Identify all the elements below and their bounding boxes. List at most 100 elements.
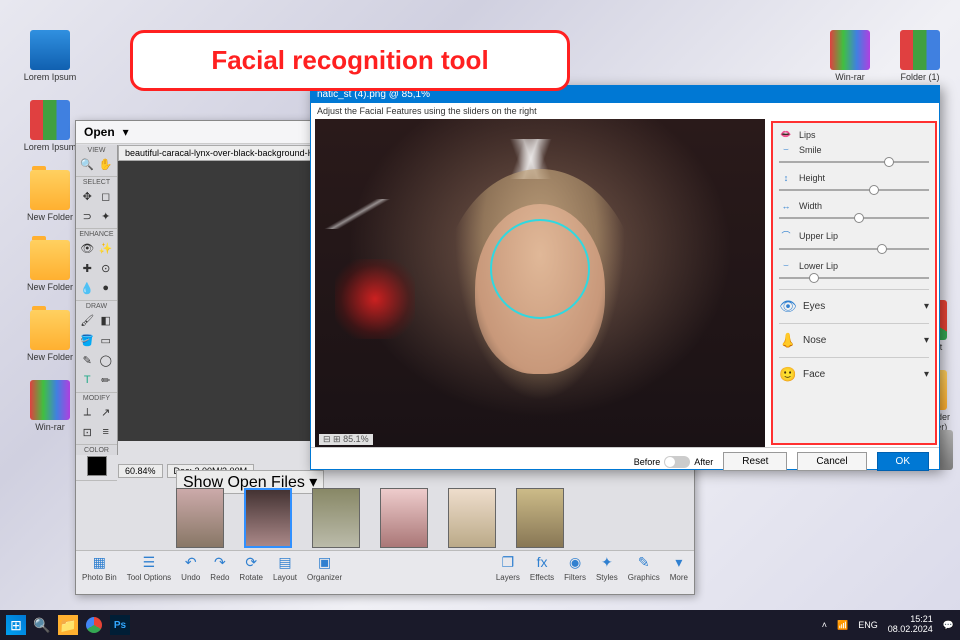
dropdown-icon[interactable]: ▾ — [123, 125, 129, 139]
filters-icon: ◉ — [566, 553, 584, 571]
type-tool-icon[interactable]: T — [79, 372, 95, 388]
thumbnail[interactable] — [448, 488, 496, 548]
whiten-tool-icon[interactable]: ✨ — [98, 240, 114, 256]
hand-tool-icon[interactable]: ✋ — [98, 156, 114, 172]
heal-tool-icon[interactable]: ✚ — [79, 260, 95, 276]
toolbox: VIEW 🔍✋ SELECT ✥◻ ⊃✦ ENHANCE 👁✨ ✚⊙ 💧● DR… — [76, 145, 118, 455]
sliders-icon: ☰ — [140, 553, 158, 571]
open-menu[interactable]: Open — [84, 125, 115, 139]
upper-lip-icon: ⌒ — [779, 229, 793, 242]
face-preview[interactable]: ⊟ ⊞ 85.1% — [315, 119, 765, 447]
eraser-tool-icon[interactable]: ◧ — [98, 312, 114, 328]
category-nose[interactable]: 👃Nose▾ — [779, 323, 929, 357]
tool-options-button[interactable]: ☰Tool Options — [127, 553, 171, 592]
eyes-icon: 👁 — [779, 298, 797, 315]
tray-chevron-icon[interactable]: ˄ — [822, 620, 827, 630]
content-tool-icon[interactable]: ⊡ — [79, 424, 95, 440]
more-icon: ▾ — [670, 553, 688, 571]
thumbnail[interactable] — [380, 488, 428, 548]
fill-tool-icon[interactable]: 🪣 — [79, 332, 95, 348]
slider-height[interactable]: ↕Height — [779, 173, 929, 191]
rotate-button[interactable]: ⟳Rotate — [239, 553, 263, 592]
recompose-tool-icon[interactable]: ↗ — [98, 404, 114, 420]
toggle-switch[interactable] — [664, 456, 690, 468]
zoom-level[interactable]: 60.84% — [118, 464, 163, 478]
clone-tool-icon[interactable]: ⊙ — [98, 260, 114, 276]
photoshop-taskbar-icon[interactable]: Ps — [110, 615, 130, 635]
slider-thumb[interactable] — [854, 213, 864, 223]
ok-button[interactable]: OK — [877, 452, 929, 471]
thumbnail[interactable] — [312, 488, 360, 548]
straighten-tool-icon[interactable]: ≡ — [98, 424, 114, 440]
slider-thumb[interactable] — [877, 244, 887, 254]
preview-zoom[interactable]: ⊟ ⊞ 85.1% — [319, 434, 373, 445]
shape-tool-icon[interactable]: ◯ — [98, 352, 114, 368]
category-eyes[interactable]: 👁Eyes▾ — [779, 289, 929, 323]
crop-tool-icon[interactable]: ⟂ — [79, 404, 95, 420]
width-icon: ↔ — [779, 201, 793, 211]
before-after-toggle[interactable]: Before After — [634, 456, 714, 468]
layout-button[interactable]: ▤Layout — [273, 553, 297, 592]
layers-icon: ❐ — [499, 553, 517, 571]
slider-lower-lip[interactable]: ⌣Lower Lip — [779, 260, 929, 279]
desktop-icon-folder[interactable]: New Folder — [22, 310, 78, 362]
marquee-tool-icon[interactable]: ◻ — [98, 188, 114, 204]
slider-width[interactable]: ↔Width — [779, 201, 929, 219]
brush-tool-icon[interactable]: 🖌 — [79, 312, 95, 328]
desktop-icon-folder[interactable]: New Folder — [22, 240, 78, 292]
blur-tool-icon[interactable]: 💧 — [79, 280, 95, 296]
tray-network-icon[interactable]: 📶 — [837, 620, 848, 631]
pencil-tool-icon[interactable]: ✏ — [98, 372, 114, 388]
slider-upper-lip[interactable]: ⌒Upper Lip — [779, 229, 929, 250]
desktop-icon-winrar[interactable]: Win-rar — [822, 30, 878, 82]
thumbnail[interactable] — [176, 488, 224, 548]
graphics-button[interactable]: ✎Graphics — [628, 553, 660, 592]
chrome-taskbar-icon[interactable] — [84, 615, 104, 635]
redo-button[interactable]: ↷Redo — [210, 553, 229, 592]
gradient-tool-icon[interactable]: ▭ — [98, 332, 114, 348]
face-detection-circle[interactable] — [490, 219, 590, 319]
search-button[interactable]: 🔍 — [32, 615, 52, 635]
desktop-label: New Folder — [27, 352, 73, 362]
slider-smile[interactable]: ⌣Smile — [779, 144, 929, 163]
wand-tool-icon[interactable]: ✦ — [98, 208, 114, 224]
notifications-icon[interactable]: 💬 — [943, 620, 954, 631]
slider-thumb[interactable] — [869, 185, 879, 195]
category-face[interactable]: 🙂Face▾ — [779, 357, 929, 391]
cancel-button[interactable]: Cancel — [797, 452, 866, 471]
thumbnail-selected[interactable] — [244, 488, 292, 548]
toolbox-section-label: SELECT — [78, 179, 115, 186]
explorer-icon[interactable]: 📁 — [58, 615, 78, 635]
move-tool-icon[interactable]: ✥ — [79, 188, 95, 204]
picker-tool-icon[interactable]: ✎ — [79, 352, 95, 368]
height-icon: ↕ — [779, 173, 793, 183]
language-indicator[interactable]: ENG — [858, 620, 878, 630]
styles-button[interactable]: ✦Styles — [596, 553, 618, 592]
desktop-icon-winrar[interactable]: Win-rar — [22, 380, 78, 432]
foreground-color[interactable] — [87, 456, 107, 476]
desktop-icon-pc[interactable]: Lorem Ipsum — [22, 30, 78, 82]
effects-button[interactable]: fxEffects — [530, 553, 554, 592]
redeye-tool-icon[interactable]: 👁 — [79, 240, 95, 256]
more-button[interactable]: ▾More — [670, 553, 688, 592]
zoom-tool-icon[interactable]: 🔍 — [79, 156, 95, 172]
sponge-tool-icon[interactable]: ● — [98, 280, 114, 296]
slider-thumb[interactable] — [884, 157, 894, 167]
desktop-label: Win-rar — [835, 72, 865, 82]
thumbnail[interactable] — [516, 488, 564, 548]
layers-button[interactable]: ❐Layers — [496, 553, 520, 592]
desktop-icon-books[interactable]: Folder (1) — [892, 30, 948, 82]
desktop-icon-folder[interactable]: New Folder — [22, 170, 78, 222]
facial-features-dialog: natic_st (4).png @ 85,1% Adjust the Faci… — [310, 85, 940, 470]
undo-button[interactable]: ↶Undo — [181, 553, 200, 592]
start-button[interactable]: ⊞ — [6, 615, 26, 635]
filters-button[interactable]: ◉Filters — [564, 553, 586, 592]
desktop-label: Lorem Ipsum — [24, 142, 77, 152]
desktop-icon-books[interactable]: Lorem Ipsum — [22, 100, 78, 152]
organizer-button[interactable]: ▣Organizer — [307, 553, 342, 592]
lasso-tool-icon[interactable]: ⊃ — [79, 208, 95, 224]
reset-button[interactable]: Reset — [723, 452, 787, 471]
clock[interactable]: 15:21 08.02.2024 — [888, 615, 933, 635]
slider-thumb[interactable] — [809, 273, 819, 283]
photo-bin-button[interactable]: ▦Photo Bin — [82, 553, 117, 592]
